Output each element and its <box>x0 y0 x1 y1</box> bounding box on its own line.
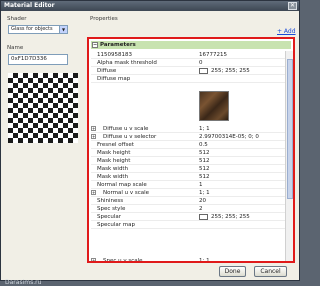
expand-icon[interactable]: + <box>91 190 96 195</box>
property-value[interactable]: 1; 1 <box>199 189 210 197</box>
property-row[interactable]: Normal map scale 1 <box>91 181 285 189</box>
property-name: Spec u v scale <box>103 258 143 263</box>
property-value[interactable]: 255; 255; 255 <box>199 67 250 75</box>
property-value[interactable]: 1 <box>199 181 203 189</box>
property-value[interactable]: 512 <box>199 173 210 181</box>
property-row[interactable]: Alpha mask threshold 0 <box>91 59 285 67</box>
property-value[interactable]: 512 <box>199 165 210 173</box>
cancel-button[interactable]: Cancel <box>254 266 287 277</box>
property-value[interactable]: 20 <box>199 197 206 205</box>
property-value[interactable]: 512 <box>199 157 210 165</box>
close-button[interactable]: ✕ <box>288 2 297 10</box>
property-value[interactable]: 2.99700314E-05; 0; 0 <box>199 133 259 141</box>
property-row[interactable]: Specular 255; 255; 255 <box>91 213 285 221</box>
property-row[interactable]: Diffuse map <box>91 75 285 83</box>
property-value[interactable]: 0 <box>199 59 203 67</box>
property-value[interactable]: 1; 1 <box>199 257 210 261</box>
property-row[interactable]: + Diffuse u v selector 2.99700314E-05; 0; … <box>91 133 285 141</box>
shader-select[interactable]: Glass for objects ▼ <box>8 25 68 34</box>
property-row[interactable]: Specular map <box>91 221 285 229</box>
chevron-down-icon: ▼ <box>59 26 67 33</box>
property-row[interactable]: + Spec u v scale 1; 1 <box>91 257 285 263</box>
property-row[interactable]: + Normal u v scale 1; 1 <box>91 189 285 197</box>
property-row[interactable]: Shininess 20 <box>91 197 285 205</box>
color-swatch[interactable] <box>199 213 208 220</box>
property-row[interactable]: Diffuse 255; 255; 255 <box>91 67 285 75</box>
parameters-header[interactable]: − Parameters <box>91 41 291 49</box>
property-name: Spec style <box>97 206 126 212</box>
property-value[interactable]: 0.5 <box>199 141 208 149</box>
property-name: Specular <box>97 214 122 220</box>
property-name: Diffuse <box>97 68 117 74</box>
property-name: Normal map scale <box>97 182 147 188</box>
property-name: Mask width <box>97 166 129 172</box>
diffuse-map-thumbnail[interactable] <box>199 91 229 121</box>
window-title: Material Editor <box>4 2 55 9</box>
property-name: Mask height <box>97 158 131 164</box>
property-name: Diffuse map <box>97 76 131 82</box>
add-link[interactable]: + Add <box>277 28 296 35</box>
property-name: Specular map <box>97 222 136 228</box>
property-row[interactable]: Spec style 2 <box>91 205 285 213</box>
property-value[interactable]: 255; 255; 255 <box>199 213 250 221</box>
properties-label: Properties <box>90 16 118 22</box>
name-input-value: 0xF1D7D336 <box>11 56 47 62</box>
property-row[interactable]: Mask height 512 <box>91 157 285 165</box>
property-value[interactable]: 1; 1 <box>199 125 210 133</box>
color-swatch[interactable] <box>199 67 208 74</box>
property-value[interactable]: 512 <box>199 149 210 157</box>
property-name: Mask height <box>97 150 131 156</box>
shader-label: Shader <box>7 16 27 22</box>
property-name: Diffuse u v scale <box>103 126 149 132</box>
scrollbar-thumb[interactable] <box>287 59 293 199</box>
property-value-text: 255; 255; 255 <box>211 68 250 74</box>
scrollbar[interactable] <box>285 51 293 261</box>
expand-icon[interactable]: + <box>91 258 96 261</box>
property-name: 1150958183 <box>97 52 132 58</box>
property-row[interactable]: + Diffuse u v scale 1; 1 <box>91 125 285 133</box>
material-preview-image <box>8 73 78 143</box>
expand-icon[interactable]: + <box>91 134 96 139</box>
name-input[interactable]: 0xF1D7D336 <box>8 54 68 65</box>
property-row[interactable]: 1150958183 16777215 <box>91 51 285 59</box>
property-value[interactable]: 2 <box>199 205 203 213</box>
done-button[interactable]: Done <box>219 266 246 277</box>
property-name: Alpha mask threshold <box>97 60 157 66</box>
watermark-text: Darasims.ru <box>5 279 42 286</box>
property-name: Mask width <box>97 174 129 180</box>
property-row[interactable]: Mask width 512 <box>91 165 285 173</box>
property-name: Shininess <box>97 198 124 204</box>
material-editor-window: Material Editor ✕ Shader Glass for objec… <box>0 0 300 286</box>
title-bar: Material Editor ✕ <box>1 1 299 11</box>
collapse-icon[interactable]: − <box>92 42 98 48</box>
property-name: Diffuse u v selector <box>103 134 157 140</box>
property-value-text: 255; 255; 255 <box>211 214 250 220</box>
property-name: Fresnel offset <box>97 142 134 148</box>
property-row[interactable]: Mask width 512 <box>91 173 285 181</box>
property-name: Normal u v scale <box>103 190 150 196</box>
property-value[interactable]: 16777215 <box>199 51 227 59</box>
shader-select-value: Glass for objects <box>11 26 53 32</box>
name-label: Name <box>7 45 24 51</box>
properties-panel: − Parameters 1150958183 16777215 Alpha mas… <box>87 37 295 263</box>
expand-icon[interactable]: + <box>91 126 96 131</box>
property-row[interactable]: Fresnel offset 0.5 <box>91 141 285 149</box>
property-row[interactable]: Mask height 512 <box>91 149 285 157</box>
editor-body: Shader Glass for objects ▼ Name 0xF1D7D3… <box>1 11 299 286</box>
parameters-header-label: Parameters <box>100 42 136 48</box>
